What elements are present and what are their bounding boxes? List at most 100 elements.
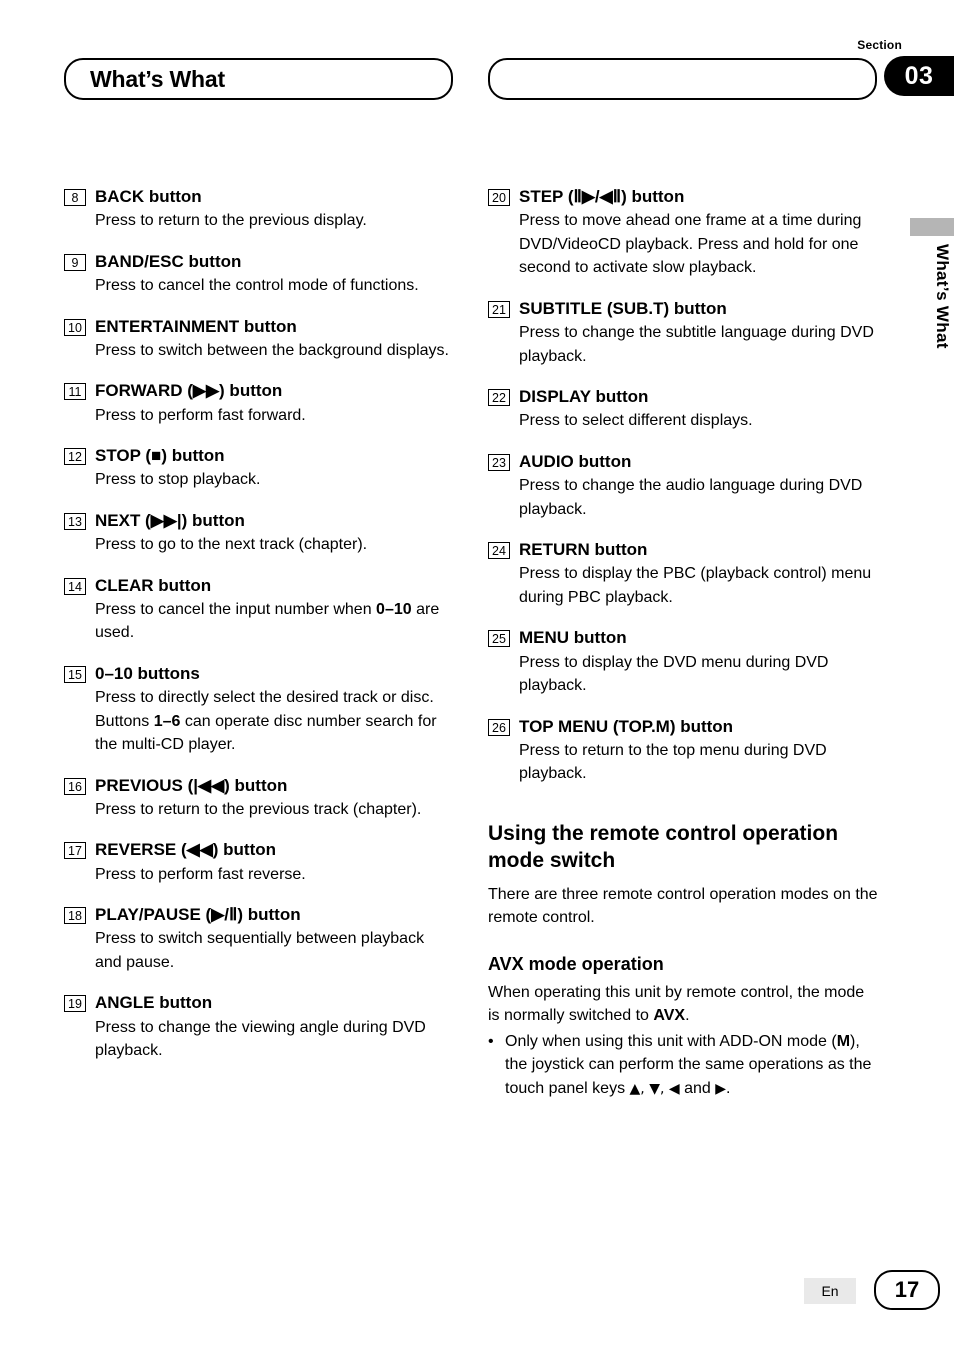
list-item: 19 ANGLE button Press to change the view… (64, 992, 454, 1062)
item-title: 0–10 buttons (95, 663, 200, 683)
para-part-2: . (685, 1007, 690, 1025)
entry-heading: 18 PLAY/PAUSE (▶/Ⅱ) button (64, 904, 454, 925)
desc-emphasis: 0–10 (376, 600, 412, 618)
list-item: 26 TOP MENU (TOP.M) button Press to retu… (488, 716, 878, 786)
item-title: ENTERTAINMENT button (95, 316, 297, 336)
list-item: 11 FORWARD (▶▶) button Press to perform … (64, 380, 454, 427)
item-description: Press to switch between the background d… (95, 341, 449, 359)
section-label: Section (857, 38, 902, 52)
left-column: 8 BACK button Press to return to the pre… (64, 186, 454, 1081)
side-tab-marker (910, 218, 954, 236)
item-title: MENU button (519, 628, 627, 648)
item-title: BACK button (95, 187, 202, 206)
item-description: Press to change the viewing angle during… (95, 1018, 426, 1060)
list-item: 16 PREVIOUS (|◀◀) button Press to return… (64, 775, 454, 822)
item-number: 17 (64, 842, 86, 860)
list-item: 9 BAND/ESC button Press to cancel the co… (64, 251, 454, 298)
entry-heading: 12 STOP (■) button (64, 445, 454, 466)
item-description: Press to cancel the input number when 0–… (95, 598, 454, 645)
list-item: 20 STEP (Ⅱ▶/◀Ⅱ) button Press to move ahe… (488, 186, 878, 280)
item-number: 18 (64, 907, 86, 925)
list-item: 17 REVERSE (◀◀) button Press to perform … (64, 839, 454, 886)
entry-heading: 16 PREVIOUS (|◀◀) button (64, 775, 454, 796)
item-description: Press to select different displays. (519, 412, 753, 430)
side-tab-label: What’s What (933, 244, 952, 349)
bullet-and: and (679, 1079, 716, 1097)
item-title: BAND/ESC button (95, 251, 242, 271)
item-number: 22 (488, 389, 510, 407)
entry-heading: 22 DISPLAY button (488, 386, 878, 407)
chapter-title-pill: What’s What (64, 58, 453, 100)
language-badge: En (804, 1278, 856, 1304)
item-number: 21 (488, 300, 510, 318)
item-description: Press to return to the top menu during D… (519, 741, 827, 783)
entry-heading: 20 STEP (Ⅱ▶/◀Ⅱ) button (488, 186, 878, 207)
item-title: PREVIOUS (|◀◀) button (95, 775, 288, 795)
entry-heading: 17 REVERSE (◀◀) button (64, 839, 454, 860)
item-description: Press to directly select the desired tra… (95, 686, 454, 757)
list-item: 13 NEXT (▶▶|) button Press to go to the … (64, 510, 454, 557)
item-title: SUBTITLE (SUB.T) button (519, 298, 727, 318)
entry-heading: 23 AUDIO button (488, 451, 878, 472)
direction-keys-icon: ▲, ▼, ◀ (629, 1080, 680, 1097)
item-title: ANGLE button (95, 993, 213, 1013)
list-item: 25 MENU button Press to display the DVD … (488, 627, 878, 697)
desc-emphasis: 1–6 (153, 712, 181, 730)
item-title: FORWARD (▶▶) button (95, 381, 283, 401)
item-description: Press to stop playback. (95, 471, 261, 489)
item-number: 14 (64, 577, 86, 595)
item-description: Press to return to the previous track (c… (95, 800, 422, 818)
item-number: 13 (64, 512, 86, 530)
list-item: 12 STOP (■) button Press to stop playbac… (64, 445, 454, 492)
item-number: 26 (488, 718, 510, 736)
entry-heading: 15 0–10 buttons (64, 663, 454, 684)
item-title: AUDIO button (519, 451, 632, 471)
entry-heading: 13 NEXT (▶▶|) button (64, 510, 454, 531)
item-title: REVERSE (◀◀) button (95, 840, 277, 860)
item-title: CLEAR button (95, 575, 212, 595)
bullet-text: Only when using this unit with ADD-ON mo… (505, 1030, 878, 1101)
bullet-emphasis: M (836, 1032, 851, 1050)
item-description: Press to cancel the control mode of func… (95, 277, 419, 295)
bullet-end: . (726, 1079, 731, 1097)
item-description: Press to display the PBC (playback contr… (519, 565, 872, 606)
entry-heading: 10 ENTERTAINMENT button (64, 316, 454, 337)
item-description: Press to return to the previous display. (95, 212, 367, 230)
list-item: 10 ENTERTAINMENT button Press to switch … (64, 316, 454, 363)
list-item: 24 RETURN button Press to display the PB… (488, 539, 878, 609)
subsection-heading: AVX mode operation (488, 953, 664, 974)
list-item: 18 PLAY/PAUSE (▶/Ⅱ) button Press to swit… (64, 904, 454, 974)
item-title: TOP MENU (TOP.M) button (519, 716, 734, 736)
item-description: Press to go to the next track (chapter). (95, 536, 368, 554)
item-number: 19 (64, 995, 86, 1013)
entry-heading: 21 SUBTITLE (SUB.T) button (488, 298, 878, 319)
header-pill-right (488, 58, 877, 100)
para-emphasis: AVX (653, 1007, 686, 1025)
item-number: 9 (64, 253, 86, 271)
list-item: 23 AUDIO button Press to change the audi… (488, 451, 878, 521)
item-number: 8 (64, 189, 86, 206)
desc-part-1: Press to cancel the input number when (95, 600, 377, 618)
section-paragraph: There are three remote control operation… (488, 885, 878, 927)
bullet-part-1: Only when using this unit with ADD-ON mo… (505, 1032, 837, 1050)
item-title: NEXT (▶▶|) button (95, 510, 245, 530)
item-number: 24 (488, 542, 510, 560)
entry-heading: 8 BACK button (64, 186, 454, 207)
item-description: Press to switch sequentially between pla… (95, 930, 425, 971)
item-description: Press to change the audio language durin… (519, 477, 863, 518)
item-title: STOP (■) button (95, 446, 225, 466)
list-item: 22 DISPLAY button Press to select differ… (488, 386, 878, 433)
entry-heading: 26 TOP MENU (TOP.M) button (488, 716, 878, 737)
list-item: 14 CLEAR button Press to cancel the inpu… (64, 575, 454, 645)
item-description: Press to perform fast reverse. (95, 865, 306, 883)
page-title: What’s What (90, 65, 225, 92)
page-number-badge: 17 (874, 1270, 940, 1310)
right-column: 20 STEP (Ⅱ▶/◀Ⅱ) button Press to move ahe… (488, 186, 878, 1100)
list-item: 15 0–10 buttons Press to directly select… (64, 663, 454, 757)
item-number: 16 (64, 777, 86, 795)
item-number: 20 (488, 189, 510, 206)
item-title: DISPLAY button (519, 387, 649, 407)
section-number-badge: 03 (884, 56, 954, 96)
subsection-paragraph: When operating this unit by remote contr… (488, 981, 878, 1028)
entry-heading: 14 CLEAR button (64, 575, 454, 596)
